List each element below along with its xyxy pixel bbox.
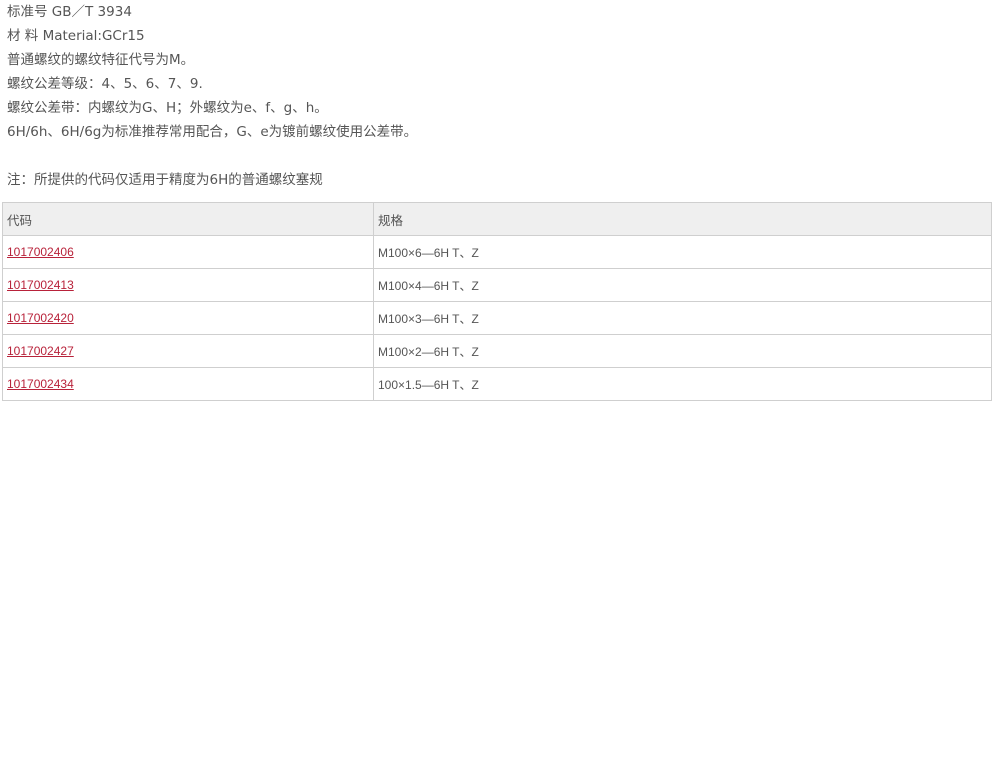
standard-number: 标准号 GB／T 3934: [7, 4, 132, 20]
code-cell: 1017002434: [2, 367, 374, 401]
spec-cell: 100×1.5—6H T、Z: [373, 367, 992, 401]
code-link[interactable]: 1017002406: [7, 245, 74, 259]
spec-cell: M100×4—6H T、Z: [373, 268, 992, 302]
spec-cell: M100×2—6H T、Z: [373, 334, 992, 368]
code-link[interactable]: 1017002427: [7, 344, 74, 358]
header-code: 代码: [2, 202, 374, 236]
thread-code-line: 普通螺纹的螺纹特征代号为M。: [7, 52, 195, 68]
table-row: 1017002413 M100×4—6H T、Z: [2, 268, 992, 302]
code-link[interactable]: 1017002434: [7, 377, 74, 391]
spec-info: 标准号 GB／T 3934 材 料 Material:GCr15 普通螺纹的螺纹…: [7, 0, 993, 192]
note-line: 注：所提供的代码仅适用于精度为6H的普通螺纹塞规: [7, 172, 323, 188]
code-cell: 1017002427: [2, 334, 374, 368]
code-cell: 1017002406: [2, 235, 374, 269]
spec-table: 代码 规格 1017002406 M100×6—6H T、Z 101700241…: [2, 202, 992, 401]
code-cell: 1017002413: [2, 268, 374, 302]
table-header-row: 代码 规格: [2, 202, 992, 236]
spec-cell: M100×6—6H T、Z: [373, 235, 992, 269]
code-cell: 1017002420: [2, 301, 374, 335]
tolerance-grade-line: 螺纹公差等级：4、5、6、7、9.: [7, 76, 203, 92]
header-spec: 规格: [373, 202, 992, 236]
code-link[interactable]: 1017002420: [7, 311, 74, 325]
spec-cell: M100×3—6H T、Z: [373, 301, 992, 335]
fit-line: 6H/6h、6H/6g为标准推荐常用配合，G、e为镀前螺纹使用公差带。: [7, 124, 418, 140]
table-row: 1017002427 M100×2—6H T、Z: [2, 334, 992, 368]
code-link[interactable]: 1017002413: [7, 278, 74, 292]
tolerance-zone-line: 螺纹公差带：内螺纹为G、H；外螺纹为e、f、g、h。: [7, 100, 328, 116]
material-line: 材 料 Material:GCr15: [7, 28, 145, 44]
table-row: 1017002406 M100×6—6H T、Z: [2, 235, 992, 269]
table-row: 1017002434 100×1.5—6H T、Z: [2, 367, 992, 401]
table-row: 1017002420 M100×3—6H T、Z: [2, 301, 992, 335]
